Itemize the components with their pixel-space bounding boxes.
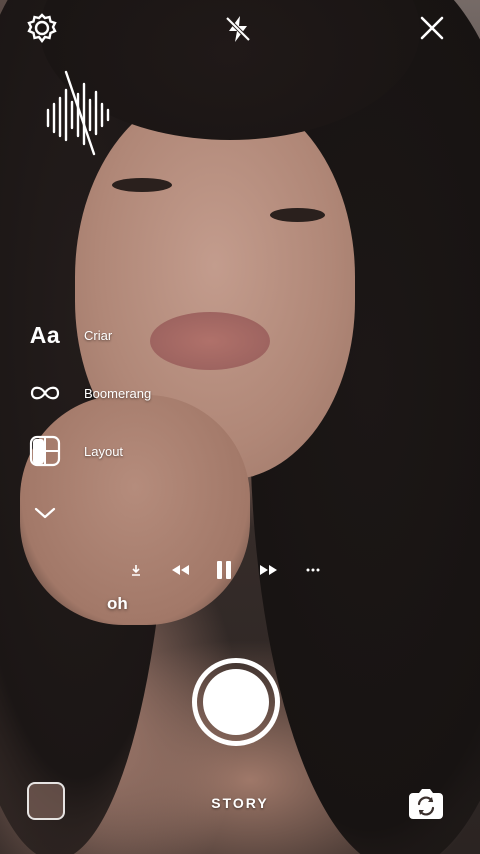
mode-boomerang-label: Boomerang: [84, 385, 152, 401]
capture-button[interactable]: [192, 658, 280, 746]
camera-overlay: Aa Criar Boomerang Layout oh STORY: [0, 0, 480, 854]
flash-off-icon[interactable]: [223, 14, 253, 44]
mode-layout[interactable]: Layout: [28, 434, 123, 468]
pause-icon[interactable]: [215, 560, 233, 580]
mode-layout-label: Layout: [84, 443, 124, 459]
layout-grid-icon: [28, 434, 62, 468]
mode-more[interactable]: [28, 496, 62, 530]
settings-icon[interactable]: [26, 12, 58, 44]
mode-boomerang[interactable]: Boomerang: [28, 376, 151, 410]
rewind-icon[interactable]: [170, 563, 190, 577]
flip-camera-icon[interactable]: [407, 785, 445, 821]
chevron-down-icon: [28, 496, 62, 530]
text-aa-icon: Aa: [29, 321, 61, 348]
mode-create[interactable]: Aa Criar: [28, 318, 112, 352]
fast-forward-icon[interactable]: [259, 563, 279, 577]
mode-create-label: Criar: [84, 327, 113, 343]
more-icon[interactable]: [306, 567, 320, 573]
close-icon[interactable]: [420, 16, 444, 40]
soundwave-icon[interactable]: [44, 70, 114, 156]
lyric-text: oh: [107, 594, 128, 613]
capture-button-inner: [203, 669, 269, 735]
infinity-icon: [28, 376, 62, 410]
download-icon[interactable]: [130, 563, 142, 577]
